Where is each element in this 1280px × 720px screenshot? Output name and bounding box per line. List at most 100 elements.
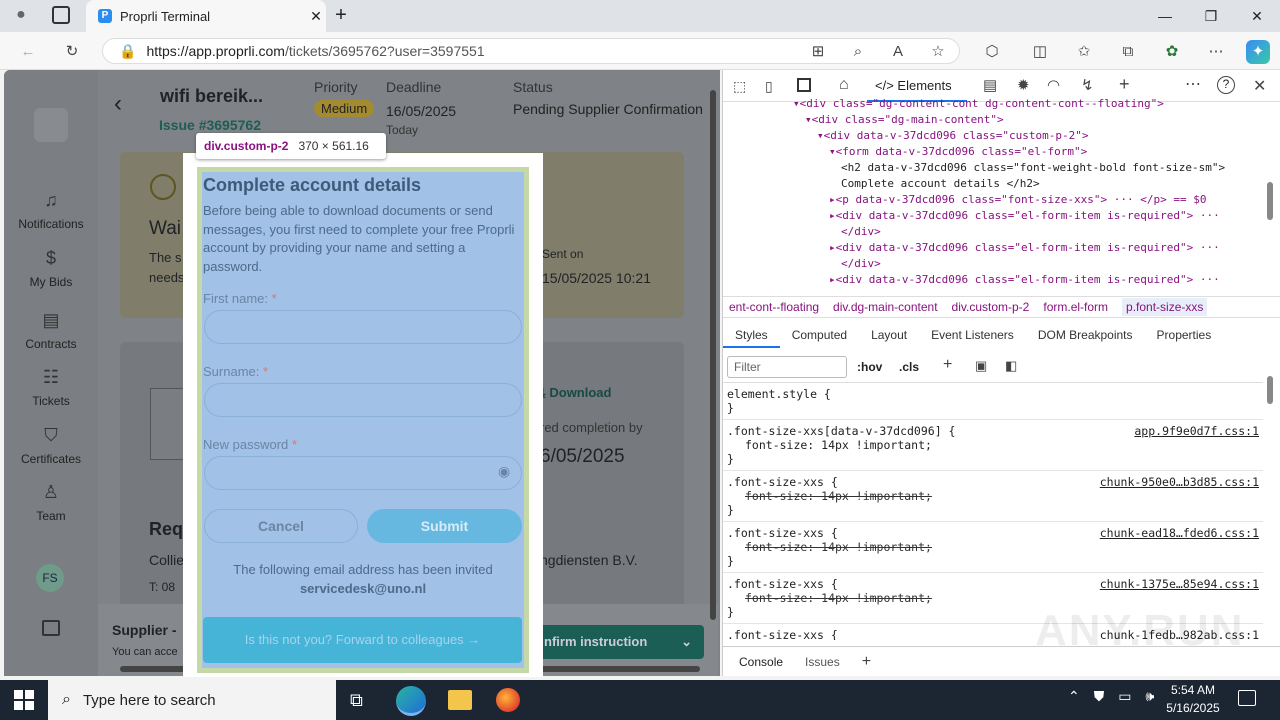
console-icon[interactable]: ▤ bbox=[983, 76, 997, 94]
css-source-link[interactable]: chunk-ead18…fded6.css:1 bbox=[1100, 526, 1259, 540]
sidebar-item-contracts[interactable]: ▤ Contracts bbox=[4, 310, 98, 351]
favorite-star-icon[interactable]: ☆ bbox=[926, 40, 950, 64]
css-property[interactable]: font-size: 14px !important; bbox=[727, 591, 1259, 605]
css-rule[interactable]: .font-size-xxs[data-v-37dcd096] {app.9f9… bbox=[723, 420, 1263, 471]
close-tab-icon[interactable]: ✕ bbox=[306, 8, 326, 25]
restore-button[interactable]: ❐ bbox=[1188, 0, 1234, 32]
edge-browser-icon[interactable] bbox=[396, 686, 426, 716]
css-source-link[interactable]: chunk-950e0…b3d85.css:1 bbox=[1100, 475, 1259, 489]
performance-icon[interactable]: ✿ bbox=[1160, 40, 1184, 64]
sidebar-item-notifications[interactable]: ♫ Notifications bbox=[4, 190, 98, 231]
url-bar[interactable]: 🔒 https://app.proprli.com/tickets/369576… bbox=[102, 38, 960, 64]
favorites-icon[interactable]: ✩ bbox=[1072, 40, 1096, 64]
drawer-add-icon[interactable]: + bbox=[862, 653, 871, 671]
more-icon[interactable]: ⋯ bbox=[1204, 40, 1228, 64]
dom-node-line[interactable]: </div> bbox=[723, 256, 1263, 272]
download-link[interactable]: ⤓ Download bbox=[540, 385, 611, 401]
window-close-button[interactable]: ✕ bbox=[1234, 0, 1280, 32]
task-view-icon[interactable]: ⧉ bbox=[350, 690, 363, 711]
sidebar-item-team[interactable]: ♙ Team bbox=[4, 482, 98, 523]
submit-button[interactable]: Submit bbox=[367, 509, 522, 543]
css-rule[interactable]: .font-size-xxs {chunk-950e0…b3d85.css:1 f… bbox=[723, 471, 1263, 522]
volume-icon[interactable]: 🕪 bbox=[1145, 688, 1154, 705]
hov-toggle[interactable]: :hov bbox=[857, 360, 882, 374]
network-icon[interactable]: ◠ bbox=[1047, 76, 1060, 94]
performance-tab-icon[interactable]: ↯ bbox=[1081, 76, 1094, 94]
split-screen-icon[interactable]: ◫ bbox=[1028, 40, 1052, 64]
zoom-icon[interactable]: ⌕ bbox=[846, 40, 870, 64]
welcome-home-icon[interactable]: ⌂ bbox=[839, 76, 849, 94]
clock-date[interactable]: 5/16/2025 bbox=[1158, 701, 1228, 715]
inspect-element-icon[interactable]: ⬚ bbox=[733, 78, 746, 95]
first-name-input[interactable] bbox=[204, 310, 522, 344]
breadcrumb-item[interactable]: div.custom-p-2 bbox=[952, 300, 1030, 314]
device-toolbar-icon[interactable]: ▯ bbox=[765, 78, 773, 95]
dom-vertical-scrollbar[interactable] bbox=[1267, 182, 1273, 220]
close-devtools-icon[interactable]: ✕ bbox=[1253, 76, 1266, 96]
css-property[interactable]: font-size: 14px !important; bbox=[727, 489, 1259, 503]
security-icon[interactable]: ⛊ bbox=[1094, 688, 1105, 705]
devtools-menu-icon[interactable]: ⋯ bbox=[1185, 74, 1201, 94]
sidebar-item-tickets[interactable]: ☷ Tickets bbox=[4, 367, 98, 408]
styles-subtab[interactable]: DOM Breakpoints bbox=[1026, 324, 1145, 348]
breadcrumb-item[interactable]: form.el-form bbox=[1043, 300, 1108, 314]
css-property[interactable]: font-size: 14px !important; bbox=[727, 540, 1259, 554]
copilot-icon[interactable]: ✦ bbox=[1246, 40, 1270, 64]
dock-icon[interactable] bbox=[797, 78, 811, 92]
styles-subtab[interactable]: Computed bbox=[780, 324, 859, 348]
css-source-link[interactable]: app.9f9e0d7f.css:1 bbox=[1134, 424, 1259, 438]
surname-input[interactable] bbox=[204, 383, 522, 417]
firefox-icon[interactable] bbox=[496, 688, 520, 712]
paint-icon[interactable]: ▣ bbox=[975, 358, 987, 374]
vertical-scrollbar[interactable] bbox=[710, 90, 716, 620]
browser-tab[interactable]: P Proprli Terminal ✕ bbox=[86, 0, 326, 32]
back-icon[interactable]: ← bbox=[16, 40, 40, 64]
filter-input[interactable]: Filter bbox=[727, 356, 847, 378]
dom-node-line[interactable]: ▾<div class="dg-content-cont dg-content-… bbox=[723, 96, 1263, 112]
styles-subtab[interactable]: Styles bbox=[723, 324, 780, 348]
styles-scrollbar[interactable] bbox=[1267, 376, 1273, 404]
dom-tree[interactable]: ▾<div class="dg-content-cont dg-content-… bbox=[723, 96, 1263, 308]
css-rule[interactable]: .font-size-xxs {chunk-ead18…fded6.css:1 f… bbox=[723, 522, 1263, 573]
file-explorer-icon[interactable] bbox=[448, 690, 472, 710]
profile-icon[interactable]: ● bbox=[10, 6, 32, 26]
dom-node-line[interactable]: ▾<div data-v-37dcd096 class="custom-p-2"… bbox=[723, 128, 1263, 144]
css-rule[interactable]: element.style {} bbox=[723, 383, 1263, 420]
breadcrumb-item[interactable]: p.font-size-xxs bbox=[1122, 298, 1208, 316]
css-source-link[interactable]: chunk-1375e…85e94.css:1 bbox=[1100, 577, 1259, 591]
sidebar-toggle-icon[interactable]: ◧ bbox=[1005, 358, 1017, 374]
sidebar-item-certificates[interactable]: ⛉ Certificates bbox=[4, 425, 98, 466]
dom-node-line[interactable]: ▸<div data-v-37dcd096 class="el-form-ite… bbox=[723, 272, 1263, 288]
dom-node-line[interactable]: ▾<form data-v-37dcd096 class="el-form"> bbox=[723, 144, 1263, 160]
dom-node-line[interactable]: </div> bbox=[723, 224, 1263, 240]
breadcrumb-item[interactable]: div.dg-main-content bbox=[833, 300, 938, 314]
apps-icon[interactable]: ⊞ bbox=[806, 40, 830, 64]
avatar[interactable]: FS bbox=[36, 564, 64, 592]
dom-node-line[interactable]: Complete account details </h2> bbox=[723, 176, 1263, 192]
styles-subtab[interactable]: Event Listeners bbox=[919, 324, 1026, 348]
start-windows-icon[interactable] bbox=[14, 690, 34, 710]
tab-actions-icon[interactable] bbox=[52, 6, 70, 24]
clock-time[interactable]: 5:54 AM bbox=[1158, 683, 1228, 697]
bug-icon[interactable]: ✹ bbox=[1017, 76, 1030, 94]
taskbar-search[interactable]: ⌕ Type here to search bbox=[48, 680, 336, 720]
drawer-tab-console[interactable]: Console bbox=[739, 655, 783, 669]
collections-icon[interactable]: ⧉ bbox=[1116, 40, 1140, 64]
dom-node-line[interactable]: ▸<div data-v-37dcd096 class="el-form-ite… bbox=[723, 240, 1263, 256]
collapse-sidebar-icon[interactable] bbox=[42, 620, 60, 636]
dom-node-line[interactable]: ▸<p data-v-37dcd096 class="font-size-xxs… bbox=[723, 192, 1263, 208]
breadcrumb-item[interactable]: ent-cont--floating bbox=[729, 300, 819, 314]
back-arrow-icon[interactable]: ‹ bbox=[114, 90, 122, 118]
styles-subtab[interactable]: Layout bbox=[859, 324, 919, 348]
new-style-rule-icon[interactable]: + bbox=[943, 356, 952, 374]
new-tab-button[interactable]: + bbox=[330, 4, 352, 28]
styles-rules[interactable]: element.style {} .font-size-xxs[data-v-37… bbox=[723, 382, 1263, 640]
styles-subtab[interactable]: Properties bbox=[1145, 324, 1224, 348]
cls-toggle[interactable]: .cls bbox=[899, 360, 919, 374]
drawer-tab-issues[interactable]: Issues bbox=[805, 655, 840, 669]
dom-node-line[interactable]: ▾<div class="dg-main-content"> bbox=[723, 112, 1263, 128]
network-tray-icon[interactable]: ▭ bbox=[1118, 688, 1131, 705]
notification-center-icon[interactable] bbox=[1238, 690, 1256, 706]
more-tabs-icon[interactable]: + bbox=[1119, 74, 1130, 95]
help-icon[interactable]: ? bbox=[1217, 76, 1235, 94]
